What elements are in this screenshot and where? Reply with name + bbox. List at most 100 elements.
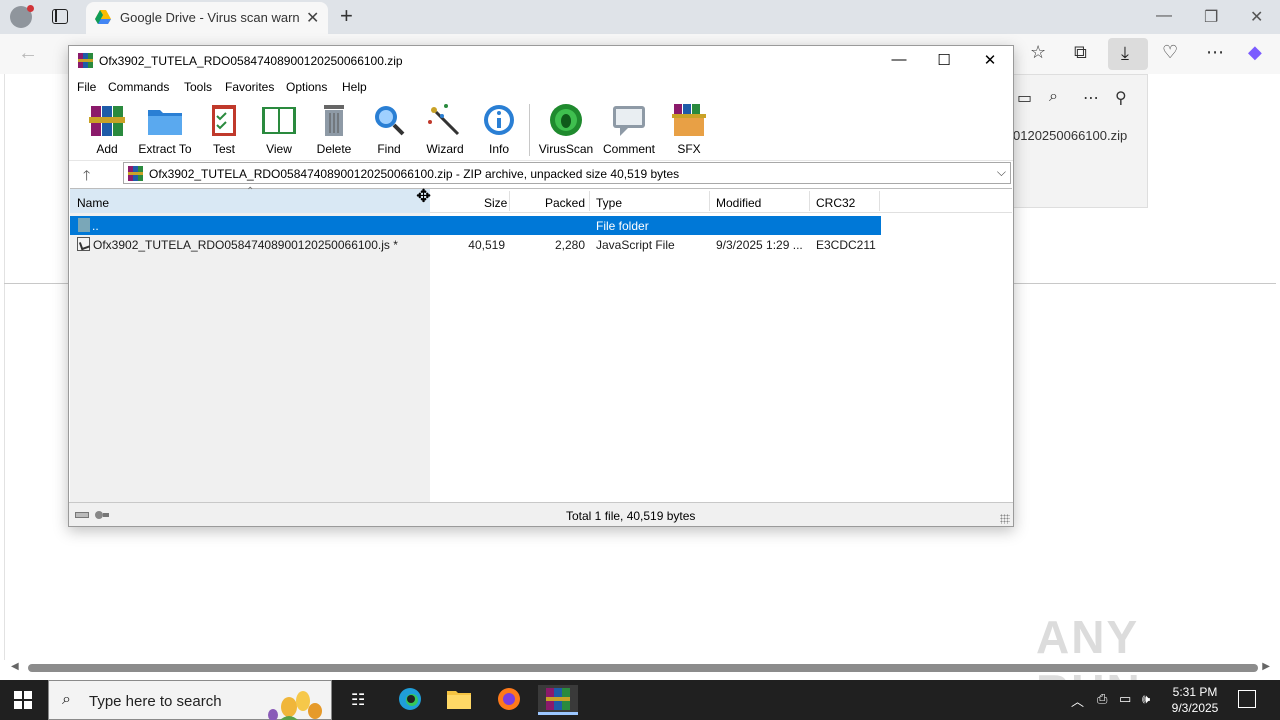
chevron-down-icon[interactable]: ⌵ — [997, 165, 1006, 180]
downloads-button[interactable]: ⤓ — [1108, 38, 1148, 70]
volume-icon[interactable]: 🕪 — [1142, 691, 1150, 707]
row-crc32: E3CDC211 — [816, 238, 876, 252]
browser-tab-active[interactable]: Google Drive - Virus scan warning ✕ — [86, 2, 328, 34]
archive-path-box[interactable]: Ofx3902_TUTELA_RDO0584740890012025006610… — [123, 162, 1011, 184]
scroll-right-icon[interactable]: ▶ — [1262, 661, 1270, 672]
menu-file[interactable]: File — [77, 80, 96, 94]
test-button[interactable]: Test — [194, 102, 254, 156]
menu-tools[interactable]: Tools — [184, 80, 212, 94]
magnifier-icon — [375, 106, 405, 136]
winrar-icon — [546, 688, 570, 710]
search-placeholder: Type here to search — [89, 693, 222, 710]
table-row-js-file[interactable]: Ofx3902_TUTELA_RDO0584740890012025006610… — [70, 235, 881, 254]
winrar-close-button[interactable]: ✕ — [970, 51, 1010, 73]
name-column-area — [70, 213, 430, 502]
pin-icon[interactable]: ⚲ — [1115, 88, 1127, 108]
column-header-type[interactable]: Type — [596, 196, 622, 210]
search-icon[interactable]: ⌕ — [1049, 88, 1058, 106]
menu-favorites[interactable]: Favorites — [225, 80, 274, 94]
firefox-taskbar-button[interactable] — [489, 685, 529, 715]
browser-essentials-icon[interactable]: ♡ — [1162, 42, 1178, 63]
column-header-crc32[interactable]: CRC32 — [816, 196, 855, 210]
browser-tab-bar: Google Drive - Virus scan warning ✕ + — … — [0, 0, 1280, 34]
up-folder-icon[interactable]: 🡑 — [83, 165, 90, 189]
browser-minimize-button[interactable]: — — [1156, 7, 1172, 25]
column-header-packed[interactable]: Packed — [545, 196, 585, 210]
edge-taskbar-button[interactable] — [390, 685, 430, 715]
delete-button[interactable]: Delete — [304, 102, 364, 156]
taskbar-search[interactable]: ⌕ Type here to search — [48, 680, 332, 720]
row-modified: 9/3/2025 1:29 ... — [716, 238, 803, 252]
extract-folder-icon — [148, 110, 182, 135]
menu-commands[interactable]: Commands — [108, 80, 169, 94]
profile-notification-dot — [27, 5, 34, 12]
back-arrow-icon[interactable]: ← — [18, 42, 38, 65]
menu-help[interactable]: Help — [342, 80, 367, 94]
collections-icon[interactable]: ⧉ — [1074, 42, 1087, 63]
column-header-name[interactable]: ⌃ Name — [70, 186, 430, 213]
view-book-icon — [262, 107, 296, 134]
windows-start-icon[interactable] — [14, 691, 32, 709]
favorites-icon[interactable]: ☆ — [1030, 42, 1046, 63]
script-file-icon — [77, 237, 90, 251]
find-button[interactable]: Find — [359, 102, 419, 156]
open-folder-icon[interactable]: ▭ — [1017, 88, 1032, 108]
more-options-icon[interactable]: ⋯ — [1083, 88, 1099, 108]
magic-wand-icon — [428, 104, 460, 136]
view-button[interactable]: View — [249, 102, 309, 156]
scroll-left-icon[interactable]: ◀ — [11, 661, 19, 672]
winrar-window: Ofx3902_TUTELA_RDO0584740890012025006610… — [68, 45, 1014, 527]
show-hidden-icons[interactable]: ︿ — [1071, 691, 1084, 710]
copilot-icon[interactable]: ◆ — [1248, 42, 1262, 63]
device-icon[interactable]: ⎙ — [1097, 691, 1107, 707]
row-type: File folder — [596, 219, 649, 233]
info-button[interactable]: Info — [469, 102, 529, 156]
tab-close-icon[interactable]: ✕ — [306, 8, 319, 28]
column-header-size[interactable]: Size — [484, 196, 507, 210]
folder-icon — [447, 691, 471, 709]
comment-label: Comment — [602, 142, 655, 156]
downloads-panel: ▭ ⌕ ⋯ ⚲ 0120250066100.zip — [1004, 74, 1148, 208]
new-tab-button[interactable]: + — [340, 3, 353, 29]
add-button[interactable]: Add — [77, 102, 137, 156]
tab-actions-icon[interactable] — [52, 9, 68, 24]
notification-icon[interactable] — [1238, 690, 1256, 708]
address-bar: 🡑 Ofx3902_TUTELA_RDO05847408900120250066… — [69, 160, 1013, 186]
virusscan-label: VirusScan — [538, 142, 594, 156]
file-explorer-taskbar-button[interactable] — [439, 685, 479, 715]
download-filename[interactable]: 0120250066100.zip — [1013, 128, 1127, 143]
list-header: ⌃ Name Size Packed Type Modified CRC32 — [70, 186, 1012, 213]
sfx-button[interactable]: SFX — [659, 102, 719, 156]
winrar-maximize-button[interactable]: ☐ — [924, 51, 964, 73]
resize-grip[interactable] — [1000, 514, 1010, 524]
menu-options[interactable]: Options — [286, 80, 327, 94]
extract-to-button[interactable]: Extract To — [135, 102, 195, 156]
winrar-taskbar-button[interactable] — [538, 685, 578, 715]
edge-icon — [399, 688, 421, 710]
browser-close-button[interactable]: ✕ — [1250, 7, 1263, 27]
wizard-button[interactable]: Wizard — [415, 102, 475, 156]
winrar-titlebar[interactable]: Ofx3902_TUTELA_RDO0584740890012025006610… — [69, 46, 1013, 76]
column-divider[interactable] — [879, 191, 880, 211]
virusscan-button[interactable]: VirusScan — [536, 102, 596, 156]
status-text: Total 1 file, 40,519 bytes — [566, 509, 696, 523]
row-name: Ofx3902_TUTELA_RDO0584740890012025006610… — [93, 238, 398, 252]
column-divider[interactable] — [589, 191, 590, 211]
comment-button[interactable]: Comment — [599, 102, 659, 156]
toolbar-separator — [529, 104, 530, 156]
browser-restore-button[interactable]: ❐ — [1204, 7, 1218, 27]
file-list: ⌃ Name Size Packed Type Modified CRC32 .… — [70, 186, 1012, 502]
more-icon[interactable]: ⋯ — [1206, 42, 1224, 63]
winrar-minimize-button[interactable]: — — [879, 51, 919, 73]
column-header-modified[interactable]: Modified — [716, 196, 761, 210]
task-view-button[interactable]: ☷ — [340, 685, 380, 715]
column-divider[interactable] — [509, 191, 510, 211]
taskbar-clock[interactable]: 5:31 PM 9/3/2025 — [1164, 684, 1226, 716]
table-row-parent-folder[interactable]: .. File folder — [70, 216, 881, 235]
column-divider[interactable] — [709, 191, 710, 211]
column-divider[interactable] — [809, 191, 810, 211]
sfx-box-icon — [672, 104, 706, 136]
download-icon: ⤓ — [1121, 43, 1129, 63]
network-icon[interactable]: ▭ — [1119, 691, 1131, 707]
anyrun-watermark: ANY RUN — [1036, 611, 1140, 717]
